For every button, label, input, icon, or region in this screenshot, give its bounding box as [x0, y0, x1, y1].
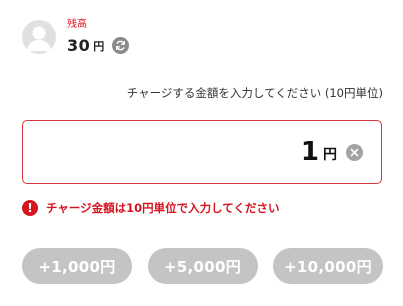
add-5000-button[interactable]: +5,000円	[147, 248, 258, 284]
avatar	[22, 20, 56, 54]
refresh-icon[interactable]	[112, 36, 130, 54]
balance-unit: 円	[93, 40, 105, 53]
clear-icon[interactable]	[346, 144, 363, 161]
user-icon	[27, 26, 51, 51]
error-message: ! チャージ金額は10円単位で入力してください	[22, 200, 279, 216]
amount-value[interactable]: 1	[301, 137, 319, 167]
quick-amount-buttons: +1,000円 +5,000円 +10,000円	[22, 248, 383, 284]
balance-amount: 30	[67, 35, 91, 55]
balance-row: 30 円	[67, 35, 130, 55]
error-icon: !	[22, 200, 38, 216]
instruction-text: チャージする金額を入力してください (10円単位)	[126, 86, 383, 100]
balance-label: 残高	[67, 19, 87, 30]
add-10000-button[interactable]: +10,000円	[273, 248, 383, 284]
add-1000-button[interactable]: +1,000円	[22, 248, 132, 284]
amount-unit: 円	[323, 147, 337, 163]
error-text: チャージ金額は10円単位で入力してください	[46, 201, 280, 215]
amount-input[interactable]: 1 円	[22, 120, 382, 184]
charge-page: 残高 30 円 チャージする金額を入力してください (10円単位) 1 円 ! …	[0, 0, 403, 306]
